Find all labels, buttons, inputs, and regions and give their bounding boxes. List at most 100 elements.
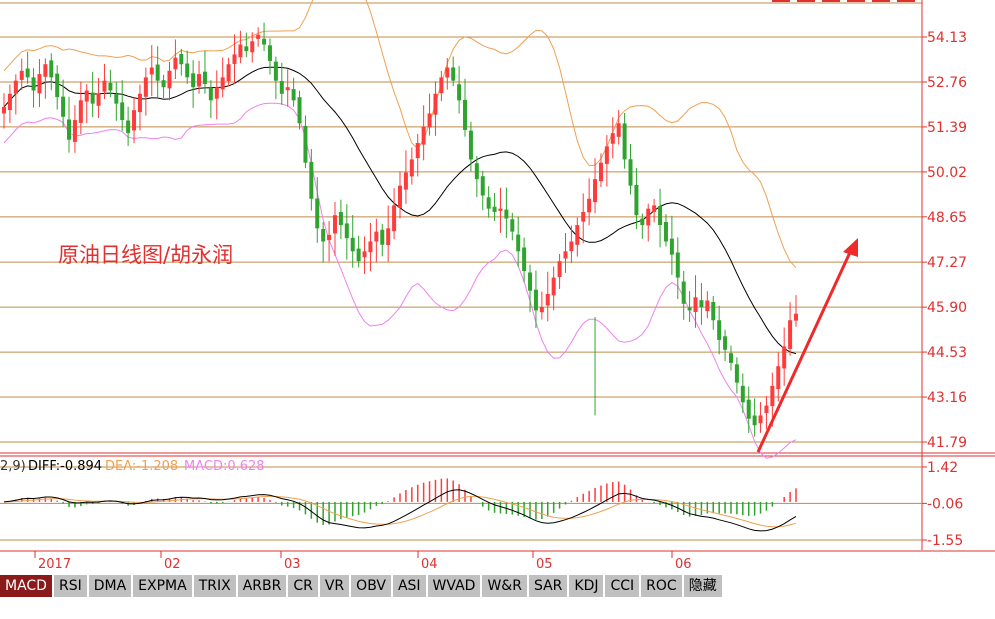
tab-vr[interactable]: VR — [319, 575, 350, 597]
candle-body — [197, 74, 202, 87]
candle-body — [687, 307, 692, 311]
macd-tick-label: -1.55 — [927, 533, 963, 549]
time-tick-label: 05 — [536, 557, 553, 572]
candle-body — [338, 212, 343, 226]
candle-body — [409, 159, 414, 177]
candle-body — [439, 77, 444, 94]
candle-body — [598, 162, 603, 182]
candle-body — [37, 74, 42, 94]
candle-body — [415, 143, 420, 159]
candle-body — [528, 272, 533, 291]
candle-body — [451, 67, 456, 81]
macd-params: 2,9) — [0, 459, 26, 474]
candle-body — [191, 73, 196, 88]
candle-body — [7, 93, 12, 111]
candle-body — [723, 336, 728, 350]
candle-body — [539, 307, 544, 313]
window-control-mark — [847, 0, 865, 2]
candle-body — [557, 261, 562, 278]
tab-roc[interactable]: ROC — [641, 575, 682, 597]
candle-body — [143, 77, 148, 97]
candle-body — [244, 46, 249, 52]
candle-body — [563, 251, 568, 259]
tab-expma[interactable]: EXPMA — [133, 575, 192, 597]
candle-body — [457, 84, 462, 101]
candle-body — [25, 68, 30, 78]
tab-trix[interactable]: TRIX — [193, 575, 236, 597]
candle-body — [705, 300, 710, 312]
candle-body — [752, 415, 757, 426]
candle-body — [746, 399, 751, 419]
candle-body — [273, 61, 278, 81]
lower-band-line — [3, 102, 797, 459]
time-axis: 2017 02 03 04 05 06 — [0, 550, 995, 572]
candle-body — [604, 146, 609, 164]
tab-w-r[interactable]: W&R — [482, 575, 527, 597]
tab-rsi[interactable]: RSI — [53, 575, 87, 597]
candle-body — [297, 97, 302, 124]
candle-body — [533, 289, 538, 311]
candle-body — [699, 300, 704, 308]
chart-annotation: 原油日线图/胡永润 — [58, 243, 233, 267]
price-tick-label: 51.39 — [927, 120, 967, 136]
candle-body — [132, 110, 137, 131]
tab-asi[interactable]: ASI — [392, 575, 426, 597]
candle-body — [102, 80, 107, 92]
candle-body — [711, 301, 716, 321]
candle-body — [658, 205, 663, 226]
candle-body — [84, 90, 89, 102]
tab-wvad[interactable]: WVAD — [427, 575, 481, 597]
candle-body — [179, 53, 184, 65]
candle-body — [43, 64, 48, 77]
tab-sar[interactable]: SAR — [528, 575, 568, 597]
candle-body — [776, 366, 781, 390]
price-tick-label: 44.53 — [927, 345, 967, 361]
candle-body — [386, 228, 391, 246]
candle-body — [587, 198, 592, 213]
candle-body — [90, 92, 95, 104]
candle-body — [327, 234, 332, 241]
candle-body — [616, 123, 621, 137]
trend-arrow-head — [843, 238, 858, 257]
candle-body — [717, 320, 722, 340]
candle-body — [675, 252, 680, 278]
time-tick-label: 02 — [164, 557, 181, 572]
candle-body — [551, 277, 556, 296]
candle-body — [226, 64, 231, 82]
macd-tick-label: 1.42 — [927, 460, 958, 476]
candle-body — [309, 161, 314, 199]
price-tick-label: 52.76 — [927, 75, 967, 91]
candle-body — [185, 63, 190, 78]
candle-body — [202, 71, 207, 84]
candle-body — [285, 87, 290, 91]
candle-body — [19, 70, 24, 80]
candle-body — [238, 44, 243, 58]
candle-body — [78, 100, 83, 123]
candle-body — [356, 248, 361, 262]
tab-cci[interactable]: CCI — [605, 575, 640, 597]
tab-hide[interactable]: 隐藏 — [683, 575, 722, 597]
tab-arbr[interactable]: ARBR — [237, 575, 287, 597]
price-tick-label: 50.02 — [927, 165, 967, 181]
candle-body — [362, 251, 367, 258]
candle-body — [498, 208, 503, 211]
window-control-mark — [772, 0, 790, 2]
candle-body — [31, 77, 36, 91]
candle-body — [380, 229, 385, 245]
candle-body — [764, 405, 769, 414]
candle-body — [516, 234, 521, 252]
candle-body — [67, 119, 72, 140]
tab-obv[interactable]: OBV — [351, 575, 391, 597]
tab-macd[interactable]: MACD — [0, 575, 52, 597]
candle-body — [403, 172, 408, 190]
candle-body — [214, 87, 219, 99]
bollinger-bands — [3, 0, 797, 459]
tab-kdj[interactable]: KDJ — [569, 575, 604, 597]
tab-cr[interactable]: CR — [288, 575, 318, 597]
candle-body — [137, 93, 142, 113]
price-tick-label: 48.65 — [927, 210, 967, 226]
window-control-mark — [822, 0, 840, 2]
candle-body — [646, 208, 651, 226]
candle-body — [344, 223, 349, 239]
tab-dma[interactable]: DMA — [88, 575, 132, 597]
